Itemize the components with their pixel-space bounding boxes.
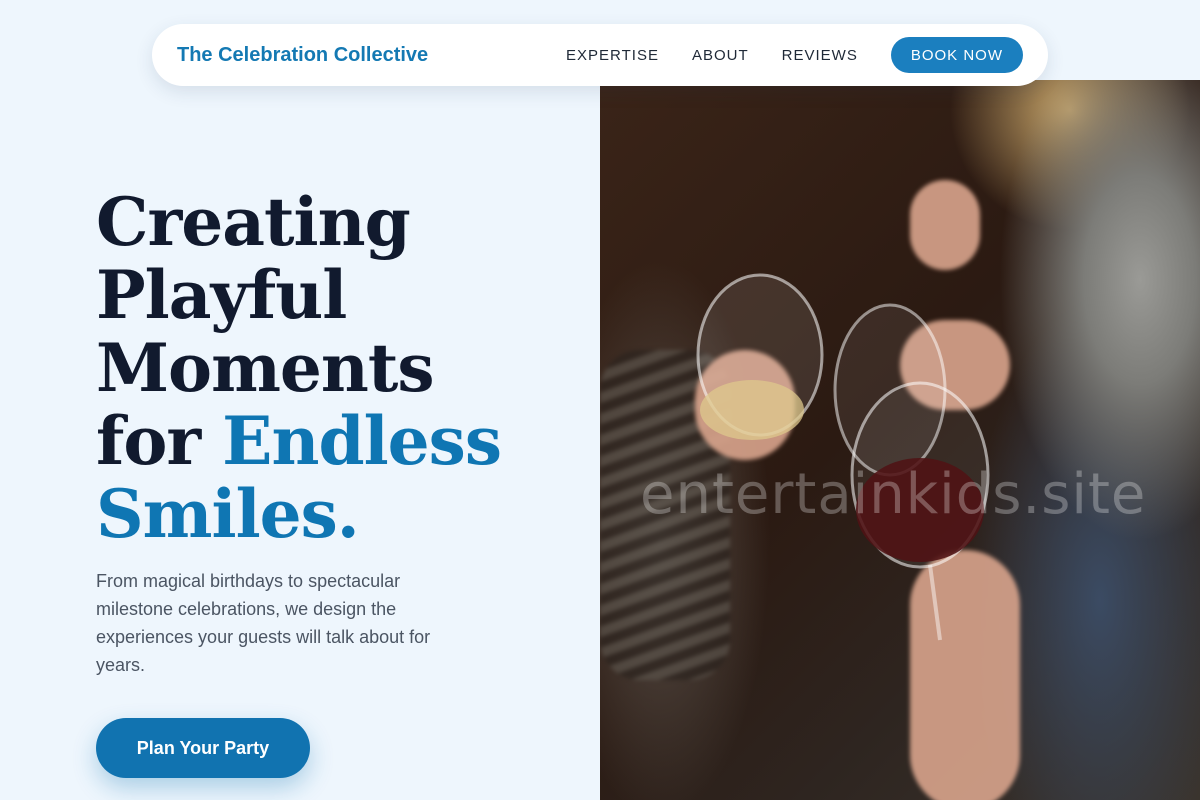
nav-link-reviews[interactable]: REVIEWS <box>782 47 858 64</box>
headline-line-1: Creating <box>96 183 411 261</box>
headline-line-2: Playful <box>96 256 347 334</box>
hero-headline: Creating Playful Moments for Endless Smi… <box>96 186 576 551</box>
top-navbar: The Celebration Collective EXPERTISE ABO… <box>152 24 1048 86</box>
book-now-button[interactable]: BOOK NOW <box>890 37 1023 73</box>
brand-logo[interactable]: The Celebration Collective <box>177 44 428 67</box>
watermark-text: entertainkids.site <box>640 462 1147 527</box>
nav-links: EXPERTISE ABOUT REVIEWS BOOK NOW <box>566 37 1023 73</box>
headline-accent-smiles: Smiles. <box>96 475 360 553</box>
hero-subtext: From magical birthdays to spectacular mi… <box>96 571 431 675</box>
headline-line-4: for <box>96 402 223 480</box>
nav-link-about[interactable]: ABOUT <box>692 47 749 64</box>
nav-link-expertise[interactable]: EXPERTISE <box>566 47 659 64</box>
headline-accent-endless: Endless <box>222 402 502 480</box>
wine-glasses-illustration <box>696 273 990 641</box>
hero-image <box>600 80 1200 800</box>
headline-line-3: Moments <box>96 329 435 407</box>
plan-party-button[interactable]: Plan Your Party <box>96 718 310 778</box>
